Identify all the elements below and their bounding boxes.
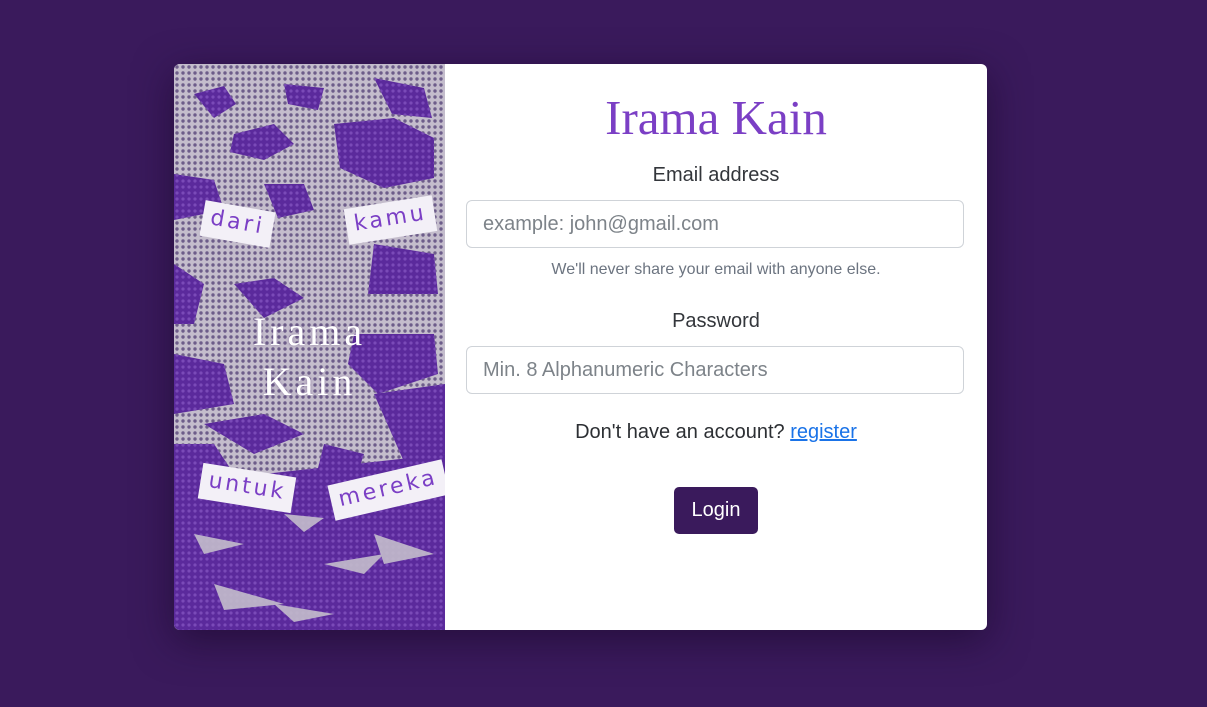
login-card: Irama Kain dari kamu untuk mereka Irama … <box>174 64 987 630</box>
brand-title: Irama Kain <box>605 90 827 145</box>
email-input[interactable] <box>466 200 964 248</box>
register-prompt: Don't have an account? register <box>445 420 987 444</box>
email-help-text: We'll never share your email with anyone… <box>551 261 881 278</box>
password-label: Password <box>672 310 760 332</box>
artwork-title: Irama Kain <box>174 307 445 407</box>
register-link[interactable]: register <box>790 421 857 443</box>
password-input[interactable] <box>466 346 964 394</box>
login-button[interactable]: Login <box>674 487 758 534</box>
artwork-title-line-1: Irama <box>252 309 367 354</box>
decorative-artwork: Irama Kain dari kamu untuk mereka <box>174 64 445 630</box>
register-prompt-text: Don't have an account? <box>575 421 791 443</box>
artwork-title-line-2: Kain <box>262 359 357 404</box>
email-label: Email address <box>652 164 780 186</box>
login-form: Irama Kain Email address We'll never sha… <box>445 64 987 630</box>
